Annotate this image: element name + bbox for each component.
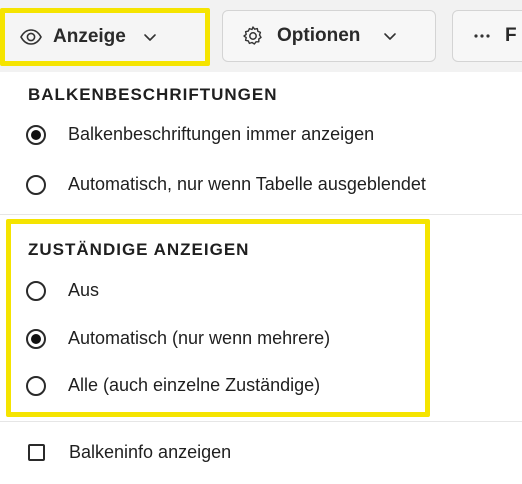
more-menu-label: F (505, 25, 517, 46)
radio-bar-labels-always[interactable]: Balkenbeschriftungen immer anzeigen (26, 124, 374, 145)
radio-button[interactable] (26, 375, 46, 396)
display-dropdown-panel: BALKENBESCHRIFTUNGEN Balkenbeschriftunge… (0, 72, 522, 484)
radio-assignees-all[interactable]: Alle (auch einzelne Zuständige) (26, 375, 320, 396)
divider (0, 214, 522, 215)
radio-button[interactable] (26, 174, 46, 195)
bar-labels-section-title: BALKENBESCHRIFTUNGEN (28, 85, 278, 104)
divider (0, 421, 522, 422)
radio-label: Automatisch, nur wenn Tabelle ausgeblend… (68, 174, 426, 194)
eye-icon (19, 25, 43, 49)
chevron-down-icon (382, 28, 398, 44)
ellipsis-icon (471, 24, 495, 48)
radio-button[interactable] (26, 124, 46, 145)
radio-button[interactable] (26, 280, 46, 301)
radio-bar-labels-auto[interactable]: Automatisch, nur wenn Tabelle ausgeblend… (26, 174, 426, 195)
radio-label: Aus (68, 280, 100, 300)
checkbox-bar-info[interactable]: Balkeninfo anzeigen (26, 442, 231, 463)
display-menu-button[interactable]: Anzeige (0, 8, 210, 66)
checkbox-label: Balkeninfo anzeigen (69, 442, 232, 462)
checkbox[interactable] (28, 444, 45, 461)
gear-icon (241, 24, 265, 48)
options-menu-button[interactable]: Optionen (222, 10, 436, 62)
chevron-down-icon (142, 29, 158, 45)
radio-label: Balkenbeschriftungen immer anzeigen (68, 124, 375, 144)
options-menu-label: Optionen (277, 25, 361, 46)
radio-assignees-off[interactable]: Aus (26, 280, 99, 301)
toolbar: Anzeige Optionen F (0, 0, 522, 72)
radio-label: Automatisch (nur wenn mehrere) (68, 328, 331, 348)
radio-assignees-auto[interactable]: Automatisch (nur wenn mehrere) (26, 328, 330, 349)
assignees-section-title: ZUSTÄNDIGE ANZEIGEN (28, 240, 250, 259)
radio-label: Alle (auch einzelne Zuständige) (68, 375, 321, 395)
more-menu-button[interactable]: F (452, 10, 522, 62)
display-menu-label: Anzeige (53, 26, 126, 47)
radio-button[interactable] (26, 328, 46, 349)
